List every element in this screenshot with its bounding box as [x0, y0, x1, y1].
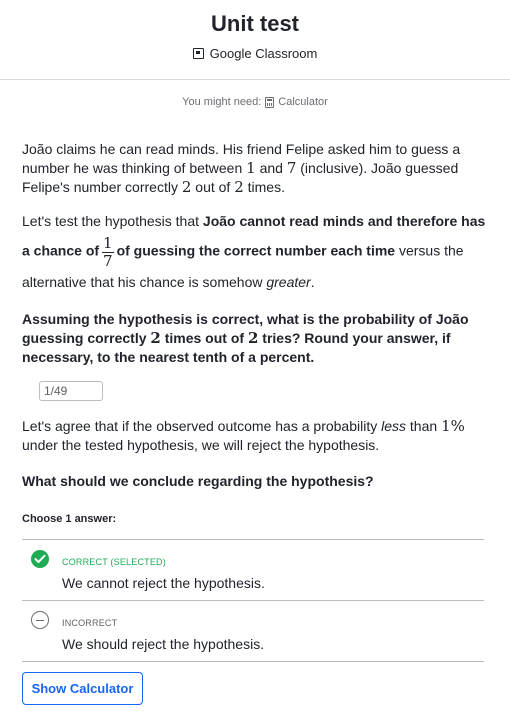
checkmark-icon — [31, 550, 49, 568]
minus-circle-icon — [31, 611, 49, 629]
tools-needed: You might need: Calculator — [0, 96, 510, 108]
choice-status: CORRECT (SELECTED) — [62, 557, 166, 567]
choice-text: We should reject the hypothesis. — [62, 636, 265, 652]
calculator-icon — [265, 96, 275, 108]
answer-input[interactable] — [39, 381, 103, 401]
choice-item-incorrect[interactable]: INCORRECT We should reject the hypothesi… — [22, 601, 484, 662]
fraction-one-seventh: 17 — [102, 234, 114, 270]
show-calculator-button[interactable]: Show Calculator — [22, 672, 143, 705]
tools-calculator-label: Calculator — [278, 96, 328, 108]
question-paragraph-1: João claims he can read minds. His frien… — [22, 141, 461, 196]
choice-status: INCORRECT — [62, 618, 118, 628]
choice-item-correct[interactable]: CORRECT (SELECTED) We cannot reject the … — [22, 540, 484, 601]
google-classroom-icon — [192, 48, 204, 59]
question-paragraph-4: Let's agree that if the observed outcome… — [22, 417, 465, 453]
choose-prompt: Choose 1 answer: — [22, 513, 117, 525]
choice-text: We cannot reject the hypothesis. — [62, 575, 265, 591]
question-paragraph-3: Assuming the hypothesis is correct, what… — [22, 311, 469, 365]
question-content: João claims he can read minds. His frien… — [0, 140, 510, 662]
source-line: Google Classroom — [0, 46, 510, 61]
answer-choices: CORRECT (SELECTED) We cannot reject the … — [22, 539, 484, 662]
question-paragraph-5: What should we conclude regarding the hy… — [22, 473, 374, 489]
header: Unit test Google Classroom — [0, 0, 510, 80]
source-label: Google Classroom — [209, 46, 318, 61]
page-title: Unit test — [211, 11, 299, 36]
tools-prefix: You might need: — [182, 96, 262, 108]
question-paragraph-2: Let's test the hypothesis that João cann… — [22, 213, 486, 290]
